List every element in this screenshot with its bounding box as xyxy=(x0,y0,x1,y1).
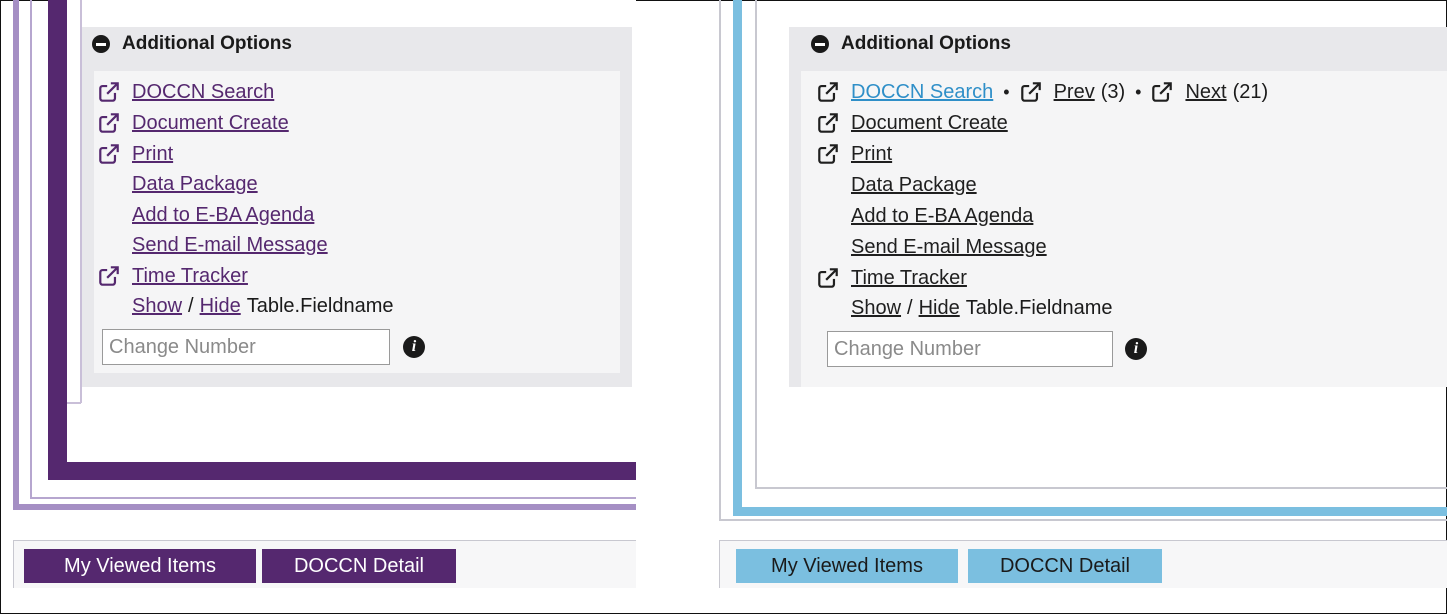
table-fieldname-label: Table.Fieldname xyxy=(246,294,394,317)
frame-strip xyxy=(48,0,67,480)
slash-separator: / xyxy=(907,296,913,319)
option-time-tracker: Time Tracker xyxy=(817,263,967,293)
additional-options-panel: Additional Options DOCCN Search • Prev (… xyxy=(789,27,1447,387)
frame-strip xyxy=(719,519,1447,521)
external-link-icon[interactable] xyxy=(98,143,120,165)
frame-strip xyxy=(755,0,757,488)
tab-doccn-detail[interactable]: DOCCN Detail xyxy=(262,549,456,583)
frame-strip xyxy=(719,0,721,520)
next-count: (21) xyxy=(1232,80,1269,103)
additional-options-header[interactable]: Additional Options xyxy=(789,27,1447,61)
minus-circle-icon[interactable] xyxy=(92,35,110,53)
option-send-email: Send E-mail Message xyxy=(851,232,1047,262)
data-package-link[interactable]: Data Package xyxy=(132,173,258,196)
frame-strip xyxy=(733,0,742,516)
option-print: Print xyxy=(98,139,173,169)
prev-link[interactable]: Prev xyxy=(1054,81,1095,104)
bottom-tab-bar: My Viewed Items DOCCN Detail xyxy=(13,540,636,588)
frame-strip xyxy=(755,487,1447,489)
info-circle-icon[interactable]: i xyxy=(403,336,425,358)
tab-my-viewed-items[interactable]: My Viewed Items xyxy=(736,549,958,583)
hide-link[interactable]: Hide xyxy=(919,297,960,320)
external-link-icon[interactable] xyxy=(98,265,120,287)
option-data-package: Data Package xyxy=(851,170,977,200)
data-package-link[interactable]: Data Package xyxy=(851,174,977,197)
minus-circle-icon[interactable] xyxy=(811,35,829,53)
time-tracker-link[interactable]: Time Tracker xyxy=(132,265,248,288)
option-print: Print xyxy=(817,139,892,169)
document-create-link[interactable]: Document Create xyxy=(851,112,1008,135)
frame-strip xyxy=(30,497,636,499)
option-data-package: Data Package xyxy=(132,169,258,199)
additional-options-header[interactable]: Additional Options xyxy=(82,27,632,61)
frame-strip xyxy=(30,0,32,498)
option-doccn-search: DOCCN Search • Prev (3) • Next (21) xyxy=(817,77,1268,107)
external-link-icon[interactable] xyxy=(1151,81,1173,103)
right-pane-blue-theme: Additional Options DOCCN Search • Prev (… xyxy=(719,0,1447,614)
frame-strip xyxy=(733,507,1447,516)
frame-strip xyxy=(13,0,19,510)
show-link[interactable]: Show xyxy=(132,295,182,318)
additional-options-panel: Additional Options DOCCN Search Document… xyxy=(82,27,632,387)
print-link[interactable]: Print xyxy=(851,143,892,166)
document-create-link[interactable]: Document Create xyxy=(132,112,289,135)
option-doccn-search: DOCCN Search xyxy=(98,77,274,107)
table-fieldname-label: Table.Fieldname xyxy=(965,296,1113,319)
option-show-hide-fieldname: Show / Hide Table.Fieldname xyxy=(851,293,1112,323)
prev-count: (3) xyxy=(1100,80,1126,103)
send-email-link[interactable]: Send E-mail Message xyxy=(851,236,1047,259)
add-to-agenda-link[interactable]: Add to E-BA Agenda xyxy=(132,204,314,227)
external-link-icon[interactable] xyxy=(817,267,839,289)
tab-doccn-detail[interactable]: DOCCN Detail xyxy=(968,549,1162,583)
time-tracker-link[interactable]: Time Tracker xyxy=(851,267,967,290)
external-link-icon[interactable] xyxy=(98,81,120,103)
next-link[interactable]: Next xyxy=(1185,81,1226,104)
frame-strip xyxy=(13,504,636,510)
send-email-link[interactable]: Send E-mail Message xyxy=(132,234,328,257)
option-add-to-agenda: Add to E-BA Agenda xyxy=(851,201,1033,231)
change-number-input[interactable] xyxy=(102,329,390,365)
external-link-icon[interactable] xyxy=(1020,81,1042,103)
change-number-input[interactable] xyxy=(827,331,1113,367)
show-link[interactable]: Show xyxy=(851,297,901,320)
options-list: DOCCN Search • Prev (3) • Next (21) Docu… xyxy=(801,71,1447,387)
add-to-agenda-link[interactable]: Add to E-BA Agenda xyxy=(851,205,1033,228)
panel-title: Additional Options xyxy=(122,33,292,54)
panel-title: Additional Options xyxy=(841,33,1011,54)
info-circle-icon[interactable]: i xyxy=(1125,338,1147,360)
left-pane-purple-theme: Additional Options DOCCN Search Document… xyxy=(0,0,636,614)
hide-link[interactable]: Hide xyxy=(200,295,241,318)
bullet-separator: • xyxy=(1003,81,1010,102)
bottom-tab-bar: My Viewed Items DOCCN Detail xyxy=(719,540,1447,588)
print-link[interactable]: Print xyxy=(132,143,173,166)
slash-separator: / xyxy=(188,294,194,317)
tab-my-viewed-items[interactable]: My Viewed Items xyxy=(24,549,256,583)
frame-strip xyxy=(67,402,81,404)
frame-strip xyxy=(48,462,636,480)
external-link-icon[interactable] xyxy=(98,112,120,134)
option-send-email: Send E-mail Message xyxy=(132,230,328,260)
external-link-icon[interactable] xyxy=(817,112,839,134)
option-time-tracker: Time Tracker xyxy=(98,261,248,291)
external-link-icon[interactable] xyxy=(817,81,839,103)
external-link-icon[interactable] xyxy=(817,143,839,165)
option-document-create: Document Create xyxy=(98,108,289,138)
bullet-separator: • xyxy=(1135,81,1142,102)
doccn-search-link[interactable]: DOCCN Search xyxy=(851,81,993,104)
option-show-hide-fieldname: Show / Hide Table.Fieldname xyxy=(132,291,393,321)
option-add-to-agenda: Add to E-BA Agenda xyxy=(132,200,314,230)
options-list: DOCCN Search Document Create Print Data … xyxy=(94,71,620,373)
option-document-create: Document Create xyxy=(817,108,1008,138)
doccn-search-link[interactable]: DOCCN Search xyxy=(132,81,274,104)
